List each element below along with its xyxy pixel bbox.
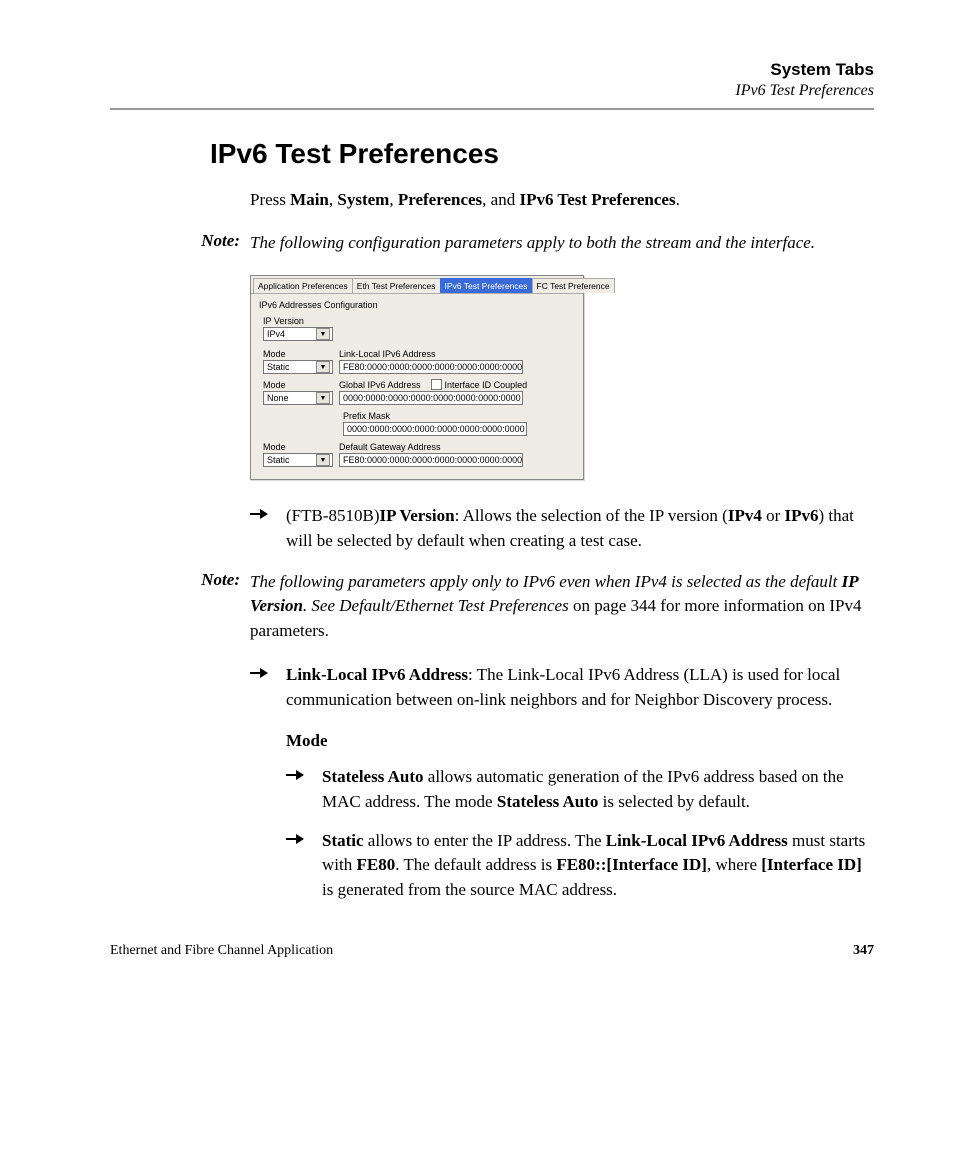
intro-suffix: .	[676, 190, 680, 209]
note-body: The following parameters apply only to I…	[250, 570, 874, 644]
bullet-ip-version: (FTB-8510B)IP Version: Allows the select…	[250, 504, 874, 553]
bullet-list-2: Link-Local IPv6 Address: The Link-Local …	[250, 663, 874, 902]
mode-label-3: Mode	[263, 442, 333, 452]
chevron-down-icon: ▼	[316, 454, 330, 466]
mode-lla-value: Static	[267, 362, 290, 372]
dga-label: Default Gateway Address	[339, 442, 523, 452]
panel-body: IPv6 Addresses Configuration IP Version …	[251, 294, 583, 473]
mode-gateway-value: Static	[267, 455, 290, 465]
note-body: The following configuration parameters a…	[250, 231, 874, 256]
arrow-icon	[250, 504, 286, 553]
bullet-stateless-auto: Stateless Auto allows automatic generati…	[286, 765, 874, 814]
chevron-down-icon: ▼	[316, 328, 330, 340]
screenshot-panel-wrap: Application Preferences Eth Test Prefere…	[250, 275, 874, 480]
intro-system: System	[337, 190, 389, 209]
mode-global-value: None	[267, 393, 289, 403]
arrow-icon	[286, 829, 322, 903]
header-subtitle: IPv6 Test Preferences	[110, 82, 874, 100]
note-label: Note:	[110, 231, 250, 256]
tab-fc-test-preference[interactable]: FC Test Preference	[532, 278, 615, 293]
arrow-icon	[250, 663, 286, 712]
header-title: System Tabs	[110, 60, 874, 80]
bullet-text: Link-Local IPv6 Address: The Link-Local …	[286, 663, 874, 712]
chevron-down-icon: ▼	[316, 392, 330, 404]
interface-id-coupled-row: Interface ID Coupled	[431, 379, 528, 390]
intro-paragraph: Press Main, System, Preferences, and IPv…	[250, 188, 874, 213]
footer-left: Ethernet and Fibre Channel Application	[110, 943, 333, 959]
ip-version-label: IP Version	[263, 316, 575, 326]
mode-subheading: Mode	[286, 729, 874, 754]
preferences-panel: Application Preferences Eth Test Prefere…	[250, 275, 584, 480]
tab-ipv6-test-preferences[interactable]: IPv6 Test Preferences	[440, 278, 533, 293]
intro-ipv6: IPv6 Test Preferences	[519, 190, 675, 209]
bullet-lla: Link-Local IPv6 Address: The Link-Local …	[250, 663, 874, 712]
lla-label: Link-Local IPv6 Address	[339, 349, 523, 359]
bullet-text: Stateless Auto allows automatic generati…	[322, 765, 874, 814]
intro-preferences: Preferences	[398, 190, 482, 209]
lla-input[interactable]: FE80:0000:0000:0000:0000:0000:0000:0000	[339, 360, 523, 374]
mode-select-global[interactable]: None ▼	[263, 391, 333, 405]
arrow-icon	[286, 765, 322, 814]
mode-label-2: Mode	[263, 380, 333, 390]
tab-strip: Application Preferences Eth Test Prefere…	[251, 278, 583, 294]
running-header: System Tabs IPv6 Test Preferences	[110, 60, 874, 100]
group-title: IPv6 Addresses Configuration	[259, 300, 575, 310]
bullet-static: Static allows to enter the IP address. T…	[286, 829, 874, 903]
interface-id-coupled-label: Interface ID Coupled	[445, 380, 528, 390]
intro-prefix: Press	[250, 190, 290, 209]
note-2: Note: The following parameters apply onl…	[110, 570, 874, 644]
model-tag: (FTB-8510B)	[286, 506, 380, 525]
prefix-label: Prefix Mask	[343, 411, 527, 421]
gia-label: Global IPv6 Address	[339, 380, 421, 390]
ip-version-value: IPv4	[267, 329, 285, 339]
note-1: Note: The following configuration parame…	[110, 231, 874, 256]
header-rule	[110, 108, 874, 110]
note-label: Note:	[110, 570, 250, 644]
ip-version-select[interactable]: IPv4 ▼	[263, 327, 333, 341]
bullet-text: Static allows to enter the IP address. T…	[322, 829, 874, 903]
intro-main: Main	[290, 190, 329, 209]
mode-label-1: Mode	[263, 349, 333, 359]
page-footer: Ethernet and Fibre Channel Application 3…	[110, 943, 874, 959]
bullet-text: (FTB-8510B)IP Version: Allows the select…	[286, 504, 874, 553]
section-heading: IPv6 Test Preferences	[210, 138, 874, 170]
intro-sep-and: , and	[482, 190, 519, 209]
prefix-input[interactable]: 0000:0000:0000:0000:0000:0000:0000:0000	[343, 422, 527, 436]
ip-version-bold: IP Version	[380, 506, 455, 525]
mode-sub-bullets: Stateless Auto allows automatic generati…	[286, 765, 874, 902]
mode-select-lla[interactable]: Static ▼	[263, 360, 333, 374]
chevron-down-icon: ▼	[316, 361, 330, 373]
footer-page-number: 347	[853, 943, 874, 959]
bullet-list: (FTB-8510B)IP Version: Allows the select…	[250, 504, 874, 553]
interface-id-coupled-checkbox[interactable]	[431, 379, 442, 390]
tab-application-preferences[interactable]: Application Preferences	[253, 278, 353, 293]
dga-input[interactable]: FE80:0000:0000:0000:0000:0000:0000:0000	[339, 453, 523, 467]
tab-eth-test-preferences[interactable]: Eth Test Preferences	[352, 278, 441, 293]
page: System Tabs IPv6 Test Preferences IPv6 T…	[0, 0, 954, 999]
gia-input[interactable]: 0000:0000:0000:0000:0000:0000:0000:0000	[339, 391, 523, 405]
intro-sep2: ,	[389, 190, 398, 209]
mode-select-gateway[interactable]: Static ▼	[263, 453, 333, 467]
